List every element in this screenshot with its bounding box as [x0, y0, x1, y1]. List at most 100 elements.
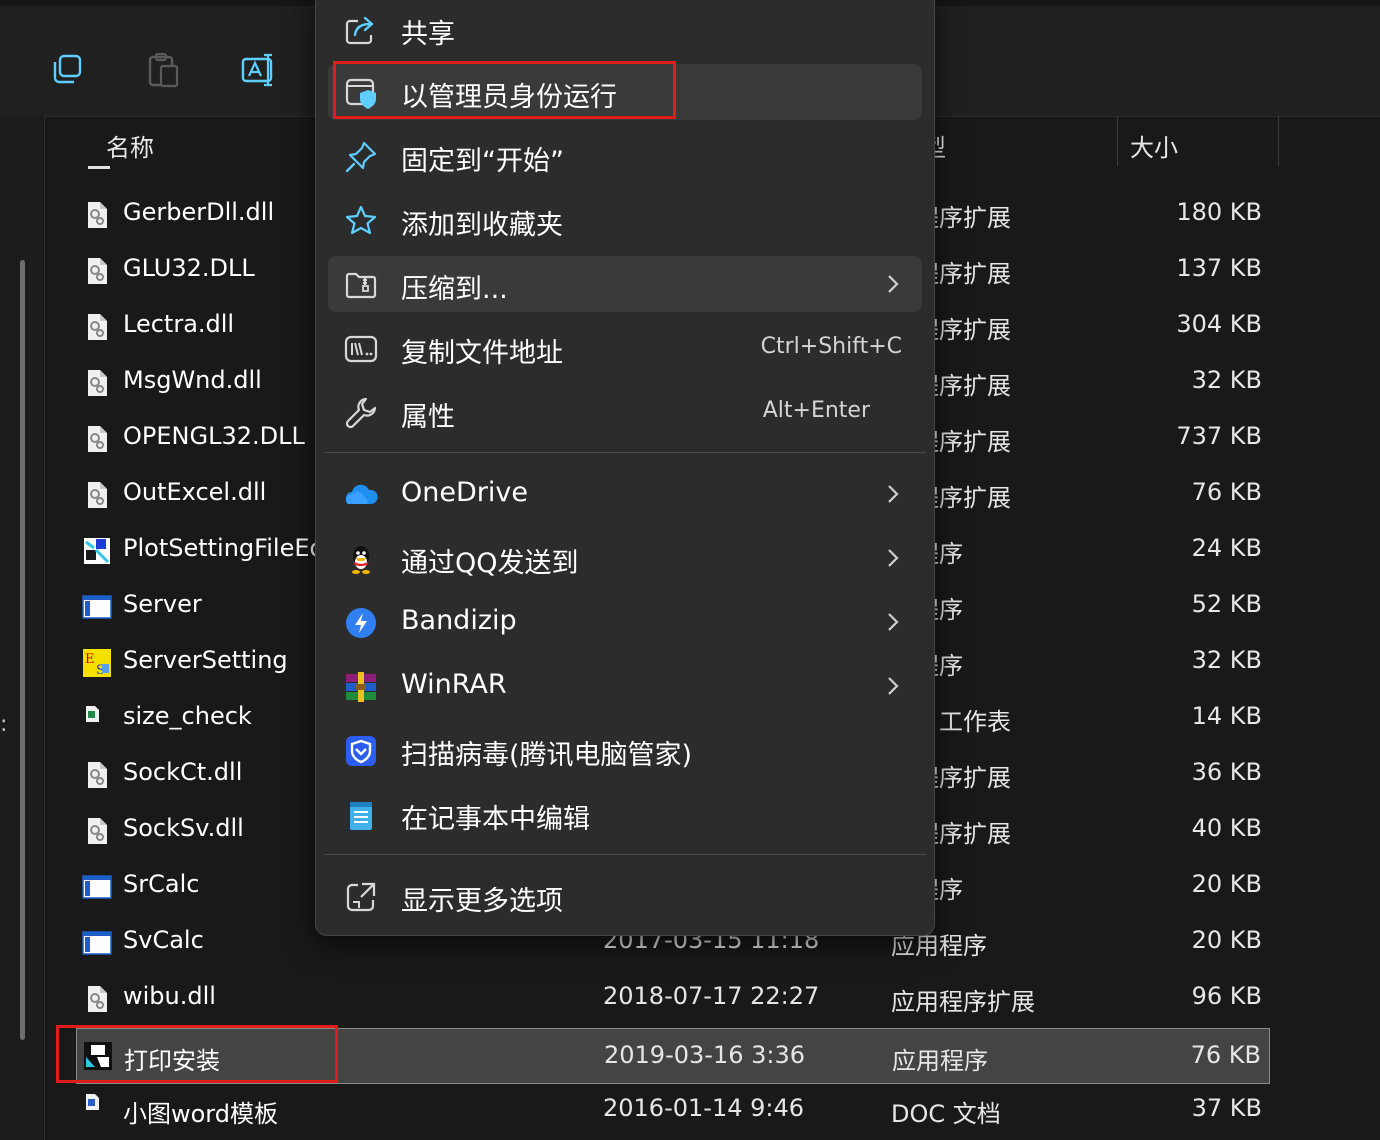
qq-icon: [352, 546, 370, 574]
file-name: SockSv.dll: [123, 814, 244, 842]
menu-item-add-to-favorites[interactable]: 添加到收藏夹: [328, 192, 922, 248]
file-name: SvCalc: [123, 926, 204, 954]
file-size: 304 KB: [1176, 310, 1262, 338]
menu-item-compress-to[interactable]: 压缩到...: [328, 256, 922, 312]
navigation-scrollbar[interactable]: [20, 260, 25, 1040]
menu-item-pin-to-start[interactable]: 固定到“开始”: [328, 128, 922, 184]
chevron-right-icon: [888, 549, 899, 567]
dll-file-icon: [88, 482, 107, 508]
file-name: OPENGL32.DLL: [123, 422, 305, 450]
menu-item-edit-in-notepad[interactable]: 在记事本中编辑: [328, 786, 922, 842]
context-menu: 共享 以管理员身份运行 固定到“开始” 添加到收藏夹 压缩到... 复制文件地址…: [315, 0, 935, 936]
file-name: Lectra.dll: [123, 310, 235, 338]
file-size: 20 KB: [1191, 926, 1262, 954]
rename-icon[interactable]: [239, 50, 279, 90]
run-as-admin-annotation: [333, 61, 676, 119]
file-size: 32 KB: [1191, 366, 1262, 394]
file-row[interactable]: wibu.dll 2018-07-17 22:27 应用程序扩展 96 KB: [76, 970, 1270, 1026]
menu-item-label: 通过QQ发送到: [401, 548, 579, 579]
dll-file-icon: [88, 426, 107, 452]
paste-icon[interactable]: [143, 50, 183, 90]
menu-item-send-via-qq[interactable]: 通过QQ发送到: [328, 530, 922, 586]
window-app-icon: [82, 875, 112, 899]
chevron-right-icon: [888, 613, 899, 631]
file-date: 2018-07-17 22:27: [603, 982, 820, 1010]
file-name: MsgWnd.dll: [123, 366, 262, 394]
more-options-icon: [346, 882, 376, 912]
dll-file-icon: [88, 986, 107, 1012]
file-type: 应用程序: [892, 1047, 988, 1075]
selected-file-annotation: [56, 1025, 338, 1083]
file-row[interactable]: 小图word模板 2016-01-14 9:46 DOC 文档 37 KB: [76, 1082, 1270, 1138]
file-name: Server: [123, 590, 202, 618]
column-name[interactable]: 名称: [106, 128, 154, 163]
menu-item-label: 复制文件地址: [401, 338, 563, 369]
column-divider[interactable]: [1117, 116, 1118, 166]
menu-item-winrar[interactable]: WinRAR: [328, 658, 922, 714]
wrench-icon: [345, 397, 377, 429]
es-app-icon: ES: [83, 649, 111, 678]
file-type: DOC 文档: [891, 1100, 1001, 1128]
menu-item-copy-path[interactable]: 复制文件地址 Ctrl+Shift+C: [328, 320, 922, 376]
bandizip-icon: [346, 608, 376, 638]
svg-text:E: E: [85, 652, 95, 667]
worksheet-file-icon: [86, 706, 99, 722]
menu-item-label: 共享: [401, 19, 455, 50]
window-app-icon: [82, 931, 112, 955]
file-name: GLU32.DLL: [123, 254, 255, 282]
file-size: 76 KB: [1191, 478, 1262, 506]
menu-item-virus-scan[interactable]: 扫描病毒(腾讯电脑管家): [328, 722, 922, 778]
menu-item-onedrive[interactable]: OneDrive: [328, 466, 922, 522]
file-date: 2016-01-14 9:46: [603, 1094, 804, 1122]
column-divider[interactable]: [1278, 116, 1279, 166]
menu-item-shortcut: Alt+Enter: [762, 398, 870, 423]
file-size: 76 KB: [1190, 1041, 1261, 1069]
file-type: 应用程序扩展: [891, 988, 1035, 1016]
file-name: SrCalc: [123, 870, 200, 898]
menu-item-show-more-options[interactable]: 显示更多选项: [328, 868, 922, 924]
file-size: 37 KB: [1191, 1094, 1262, 1122]
file-size: 137 KB: [1176, 254, 1262, 282]
file-name: SockCt.dll: [123, 758, 243, 786]
file-size: 52 KB: [1191, 590, 1262, 618]
dll-file-icon: [88, 762, 107, 788]
star-icon: [345, 205, 377, 235]
file-name: 小图word模板: [123, 1100, 278, 1128]
header-sort-mark: [88, 166, 110, 169]
zip-folder-icon: [345, 272, 377, 299]
file-size: 24 KB: [1191, 534, 1262, 562]
menu-item-bandizip[interactable]: Bandizip: [328, 594, 922, 650]
file-name: OutExcel.dll: [123, 478, 267, 506]
menu-item-label: OneDrive: [401, 477, 528, 508]
pin-icon: [345, 141, 377, 173]
menu-separator: [324, 854, 926, 855]
file-size: 36 KB: [1191, 758, 1262, 786]
menu-item-properties[interactable]: 属性 Alt+Enter: [328, 384, 922, 440]
plot-app-icon: [84, 538, 110, 564]
menu-item-share[interactable]: 共享: [328, 1, 922, 57]
onedrive-icon: [346, 484, 378, 504]
winrar-icon: [346, 672, 376, 702]
dll-file-icon: [88, 258, 107, 284]
chevron-right-icon: [888, 275, 899, 293]
file-size: 737 KB: [1176, 422, 1262, 450]
menu-item-label: Bandizip: [401, 605, 517, 636]
column-size[interactable]: 大小: [1130, 128, 1178, 163]
notepad-icon: [350, 802, 372, 830]
copy-icon[interactable]: [48, 50, 88, 90]
nav-pane-clipped-text: :: [0, 712, 8, 737]
menu-item-label: 压缩到...: [401, 274, 508, 305]
file-type: 工作表: [939, 708, 1011, 736]
file-name: ServerSetting: [123, 646, 288, 674]
menu-item-label: 属性: [401, 402, 455, 433]
file-date: 2019-03-16 3:36: [604, 1041, 805, 1069]
file-size: 96 KB: [1191, 982, 1262, 1010]
file-name: PlotSettingFileEd: [123, 534, 325, 562]
menu-separator: [324, 452, 926, 453]
copy-path-icon: [344, 335, 378, 363]
menu-item-label: 扫描病毒(腾讯电脑管家): [401, 740, 693, 771]
tencent-shield-icon: [346, 736, 376, 766]
menu-item-label: 固定到“开始”: [401, 146, 564, 177]
chevron-right-icon: [888, 677, 899, 695]
window-app-icon: [82, 595, 112, 619]
